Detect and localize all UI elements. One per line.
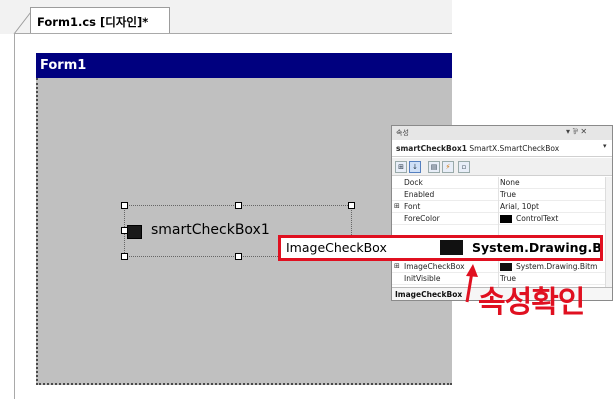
categorized-icon[interactable]: ⊞: [395, 161, 407, 173]
property-value: ControlText: [516, 214, 559, 223]
object-type: SmartX.SmartCheckBox: [469, 144, 560, 153]
property-name: ImageCheckBox: [404, 262, 465, 271]
highlighted-property-name: ImageCheckBox: [286, 240, 387, 255]
property-value: None: [500, 178, 520, 187]
object-name: smartCheckBox1: [396, 144, 467, 153]
property-name: ForeColor: [404, 214, 440, 223]
property-name: InitVisible: [404, 274, 441, 283]
resize-handle-top-right[interactable]: [348, 202, 355, 209]
resize-handle-top[interactable]: [235, 202, 242, 209]
properties-toolbar: [392, 158, 612, 176]
property-value: System.Drawing.Bitm: [516, 262, 598, 271]
properties-view-icon[interactable]: ▤: [428, 161, 440, 173]
expand-icon[interactable]: ⊞: [394, 262, 400, 270]
property-value: Arial, 10pt: [500, 202, 539, 211]
form-titlebar[interactable]: Form1: [36, 53, 452, 78]
tab-form1-design[interactable]: Form1.cs [디자인]*: [30, 7, 170, 34]
tab-label: Form1.cs [디자인]*: [37, 15, 149, 29]
highlighted-property-value: System.Drawing.Bitm: [472, 240, 600, 255]
color-swatch: [500, 215, 512, 223]
property-pages-icon[interactable]: ▫: [458, 161, 470, 173]
checkbox-label: smartCheckBox1: [151, 222, 270, 238]
resize-handle-bottom-left[interactable]: [121, 253, 128, 260]
window-pin-close-icons[interactable]: ▾ ⅌ ✕: [566, 126, 587, 137]
image-swatch: [500, 263, 512, 271]
resize-handle-top-left[interactable]: [121, 202, 128, 209]
alphabetical-icon[interactable]: ↓: [409, 161, 421, 173]
property-name: Dock: [404, 178, 423, 187]
object-selector[interactable]: smartCheckBox1 SmartX.SmartCheckBox: [392, 141, 612, 157]
chevron-down-icon[interactable]: ▾: [603, 142, 607, 150]
form-title: Form1: [40, 58, 87, 73]
property-value: True: [500, 190, 516, 199]
resize-handle-bottom[interactable]: [235, 253, 242, 260]
highlighted-image-swatch: [440, 240, 463, 255]
annotation-label: 속성확인: [478, 285, 585, 320]
property-name: Font: [404, 202, 421, 211]
expand-icon[interactable]: ⊞: [394, 202, 400, 210]
properties-scrollbar[interactable]: [605, 177, 612, 287]
checkbox-image-icon[interactable]: [127, 225, 142, 239]
events-lightning-icon[interactable]: ⚡: [442, 161, 454, 173]
property-name: Enabled: [404, 190, 435, 199]
property-grid-splitter[interactable]: [498, 177, 499, 287]
